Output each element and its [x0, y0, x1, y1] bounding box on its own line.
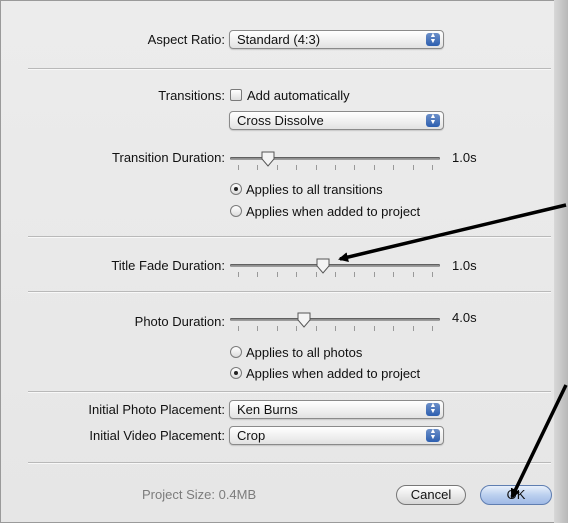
- annotation-arrows: [338, 203, 568, 499]
- annotation-arrow-ok: [510, 384, 568, 499]
- annotation-arrow-title-fade: [338, 203, 567, 263]
